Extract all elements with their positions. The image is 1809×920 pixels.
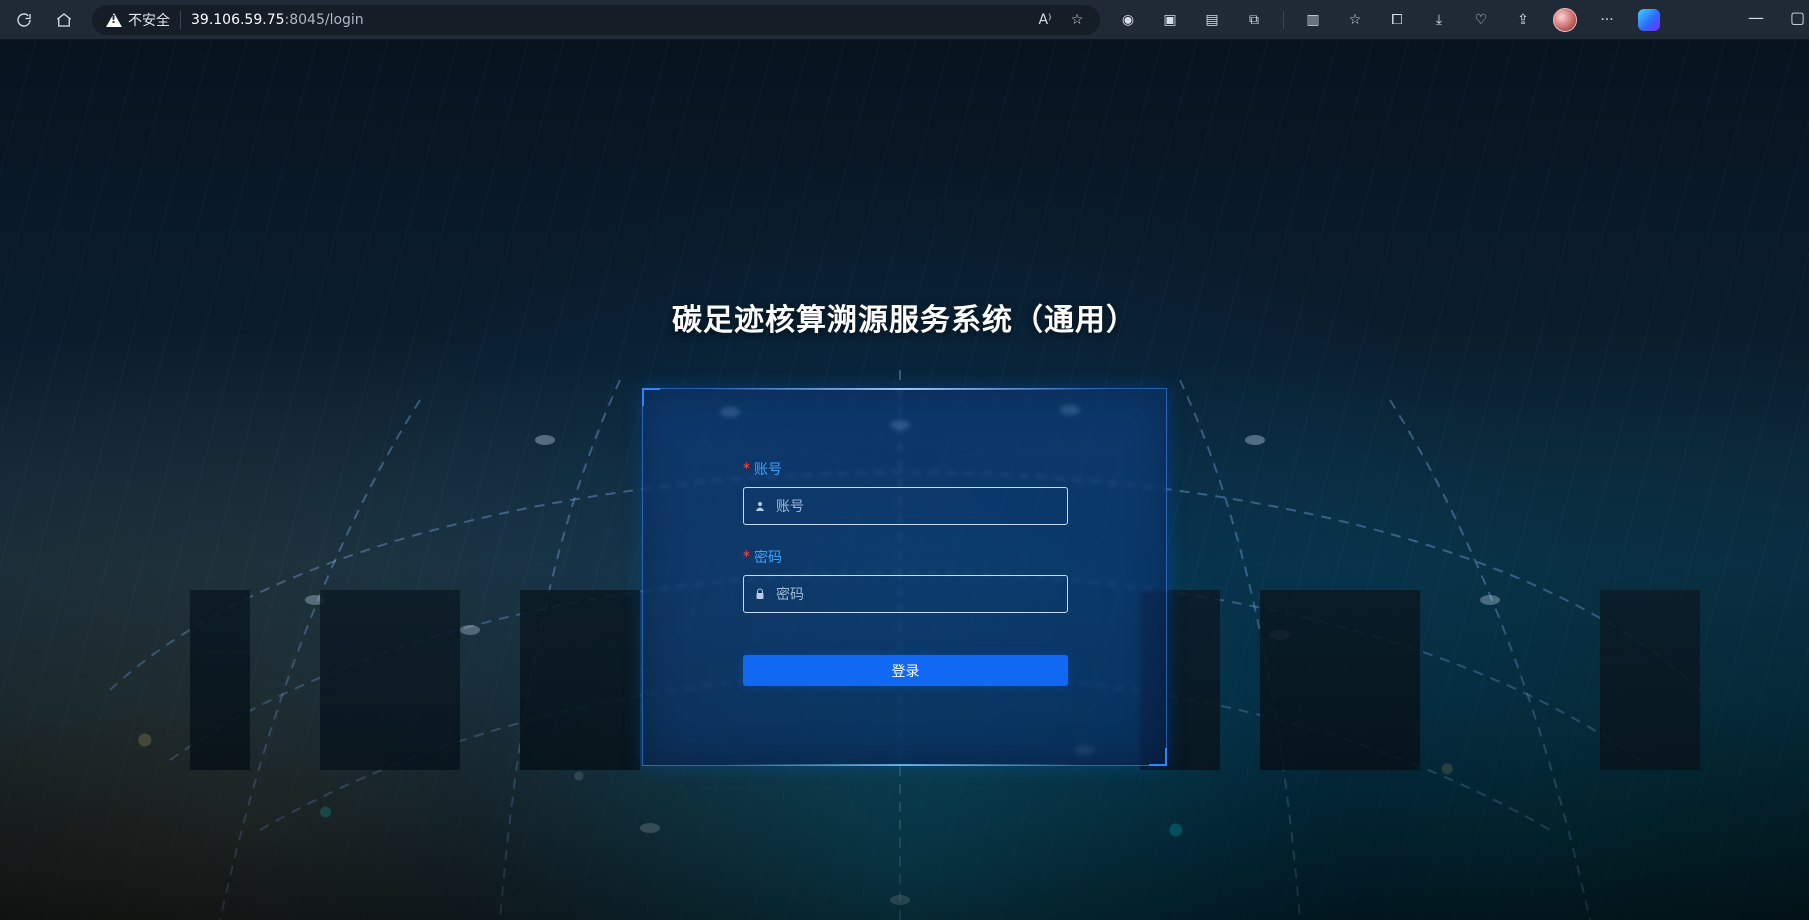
user-icon [754,500,766,512]
browser-tools: ◉ ▣ ▤ ⧉ ▥ ☆ ⧠ ⤓ ♡ ⇪ ··· [1115,5,1809,35]
account-field: * 账号 [743,459,1068,525]
password-label-text: 密码 [754,550,782,566]
refresh-icon[interactable] [10,6,38,34]
minimize-icon[interactable]: — [1748,8,1764,27]
card-bottom-glow [723,764,1086,766]
favorites-icon[interactable]: ☆ [1342,7,1368,33]
password-input-wrapper[interactable] [743,575,1068,613]
favorite-star-icon[interactable]: ☆ [1066,9,1088,31]
copilot-logo [1638,9,1660,31]
login-button[interactable]: 登录 [743,655,1068,686]
address-actions: A⁾ ☆ [1034,9,1088,31]
required-mark: * [743,461,750,477]
login-page: 碳足迹核算溯源服务系统（通用） * 账号 账号 * 密码 登录 [0,40,1809,920]
account-label-text: 账号 [754,462,782,478]
extension-glasses-icon[interactable]: ◉ [1115,7,1141,33]
collections-icon[interactable]: ⧠ [1384,7,1410,33]
address-bar[interactable]: 不安全 39.106.59.75:8045/login A⁾ ☆ [92,5,1100,35]
login-form: * 账号 * 密码 [743,459,1068,686]
copilot-icon[interactable] [1636,7,1662,33]
required-mark: * [743,549,750,565]
share-icon[interactable]: ⇪ [1510,7,1536,33]
more-icon[interactable]: ··· [1594,7,1620,33]
extensions-icon[interactable]: ⧉ [1241,7,1267,33]
card-top-glow [703,388,1106,390]
url-host: 39.106.59.75 [191,12,285,28]
security-text: 不安全 [128,13,170,29]
password-label: * 密码 [743,547,1068,567]
downloads-icon[interactable]: ⤓ [1426,7,1452,33]
url-rest: :8045/login [284,12,364,28]
restore-icon[interactable]: ▢ [1790,8,1805,27]
lock-icon [754,588,766,600]
account-label: * 账号 [743,459,1068,479]
avatar [1553,8,1577,32]
read-aloud-icon[interactable]: A⁾ [1034,9,1056,31]
url-text[interactable]: 39.106.59.75:8045/login [191,12,364,28]
extension-doc-icon[interactable]: ▤ [1199,7,1225,33]
security-warning[interactable]: 不安全 [106,10,181,30]
warning-icon [106,13,122,27]
home-icon[interactable] [50,6,78,34]
login-card: * 账号 * 密码 [642,388,1167,766]
toolbar-separator [1283,11,1284,29]
extension-mask-icon[interactable]: ▣ [1157,7,1183,33]
account-input[interactable] [774,497,1057,515]
profile-avatar[interactable] [1552,7,1578,33]
account-input-wrapper[interactable] [743,487,1068,525]
heart-pulse-icon[interactable]: ♡ [1468,7,1494,33]
page-title: 碳足迹核算溯源服务系统（通用） [672,303,1137,338]
password-field: * 密码 [743,547,1068,613]
browser-toolbar: 不安全 39.106.59.75:8045/login A⁾ ☆ ◉ ▣ ▤ ⧉… [0,0,1809,40]
split-screen-icon[interactable]: ▥ [1300,7,1326,33]
password-input[interactable] [774,585,1057,603]
